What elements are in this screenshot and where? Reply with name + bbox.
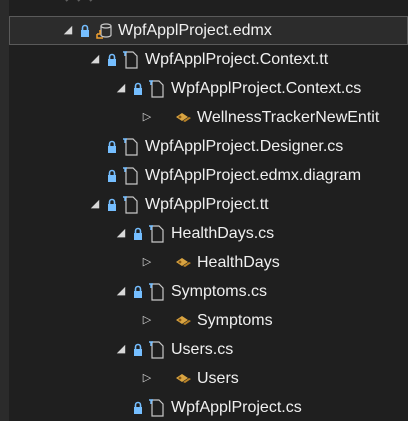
class-icon bbox=[174, 312, 192, 330]
cs-file-icon bbox=[148, 79, 166, 98]
tree-item-label: WpfApplProject.Context.tt bbox=[145, 50, 329, 68]
tree-item-designer-cs[interactable]: WpfApplProject.Designer.cs bbox=[9, 132, 408, 161]
lock-icon bbox=[105, 168, 119, 184]
lock-icon bbox=[131, 226, 145, 242]
tt-file-icon bbox=[122, 50, 140, 69]
solution-explorer-panel: ◢ WpfApplProject.edmx ◢ WpfApplProject.C… bbox=[0, 0, 408, 421]
expanded-icon[interactable]: ◢ bbox=[113, 226, 129, 242]
expanded-icon[interactable]: ◢ bbox=[60, 23, 76, 39]
cs-file-icon bbox=[122, 137, 140, 156]
cs-file-icon bbox=[148, 398, 166, 417]
lock-icon bbox=[131, 81, 145, 97]
cs-file-icon bbox=[148, 282, 166, 301]
tree-item-symptoms-class[interactable]: ▷ Symptoms bbox=[9, 306, 408, 335]
tree-item-label: WpfApplProject.cs bbox=[171, 398, 302, 416]
tree-item-context-cs[interactable]: ◢ WpfApplProject.Context.cs bbox=[9, 74, 408, 103]
lock-icon bbox=[131, 342, 145, 358]
cs-file-icon bbox=[148, 340, 166, 359]
class-icon bbox=[174, 254, 192, 272]
tree-item-wellnesstrackernewentit[interactable]: ▷ WellnessTrackerNewEntit bbox=[9, 103, 408, 132]
tree-item-label: Users bbox=[197, 369, 239, 387]
lock-icon bbox=[105, 139, 119, 155]
tree-item-label: WpfApplProject.tt bbox=[145, 195, 269, 213]
diagram-file-icon bbox=[122, 166, 140, 185]
expanded-icon[interactable]: ◢ bbox=[87, 52, 103, 68]
tree-item-label: HealthDays.cs bbox=[171, 224, 275, 242]
tree-item-label: WellnessTrackerNewEntit bbox=[197, 108, 380, 126]
lock-icon bbox=[131, 284, 145, 300]
expanded-icon[interactable]: ◢ bbox=[113, 342, 129, 358]
tree-item-healthdays-class[interactable]: ▷ HealthDays bbox=[9, 248, 408, 277]
cs-file-icon bbox=[148, 224, 166, 243]
lock-icon bbox=[105, 197, 119, 213]
class-icon bbox=[174, 370, 192, 388]
tree-item-wpfapplproject-edmx[interactable]: ◢ WpfApplProject.edmx bbox=[9, 16, 408, 45]
tree-item-label: Symptoms bbox=[197, 311, 273, 329]
tree-item-healthdays-cs[interactable]: ◢ HealthDays.cs bbox=[9, 219, 408, 248]
tree-item-wpfapplproject-tt[interactable]: ◢ WpfApplProject.tt bbox=[9, 190, 408, 219]
collapsed-icon[interactable]: ▷ bbox=[139, 110, 155, 126]
tree-item-symptoms-cs[interactable]: ◢ Symptoms.cs bbox=[9, 277, 408, 306]
lock-icon bbox=[131, 400, 145, 416]
tree-item-label: WpfApplProject.Designer.cs bbox=[145, 137, 344, 155]
tree-item-users-cs[interactable]: ◢ Users.cs bbox=[9, 335, 408, 364]
expanded-icon[interactable]: ◢ bbox=[113, 284, 129, 300]
expanded-icon[interactable]: ◢ bbox=[87, 197, 103, 213]
tree-item-label: Symptoms.cs bbox=[171, 282, 268, 300]
solution-tree: ◢ WpfApplProject.edmx ◢ WpfApplProject.C… bbox=[9, 0, 408, 421]
tree-item-label: Users.cs bbox=[171, 340, 234, 358]
tree-item-context-tt[interactable]: ◢ WpfApplProject.Context.tt bbox=[9, 45, 408, 74]
edmx-file-icon bbox=[95, 22, 113, 40]
tree-item-label: WpfApplProject.edmx.diagram bbox=[145, 166, 362, 184]
tree-item-label: WpfApplProject.Context.cs bbox=[171, 79, 362, 97]
lock-icon bbox=[105, 52, 119, 68]
collapsed-icon[interactable]: ▷ bbox=[139, 313, 155, 329]
collapsed-icon[interactable]: ▷ bbox=[139, 371, 155, 387]
panel-left-strip bbox=[0, 0, 9, 421]
lock-icon bbox=[78, 23, 92, 39]
tt-file-icon bbox=[122, 195, 140, 214]
tree-item-users-class[interactable]: ▷ Users bbox=[9, 364, 408, 393]
tree-item-label: WpfApplProject.edmx bbox=[118, 21, 272, 39]
expanded-icon[interactable]: ◢ bbox=[113, 81, 129, 97]
collapsed-icon[interactable]: ▷ bbox=[139, 255, 155, 271]
tree-item-edmx-diagram[interactable]: WpfApplProject.edmx.diagram bbox=[9, 161, 408, 190]
tree-item-label: HealthDays bbox=[197, 253, 280, 271]
class-icon bbox=[174, 109, 192, 127]
tree-item-wpfapplproject-cs[interactable]: WpfApplProject.cs bbox=[9, 393, 408, 421]
